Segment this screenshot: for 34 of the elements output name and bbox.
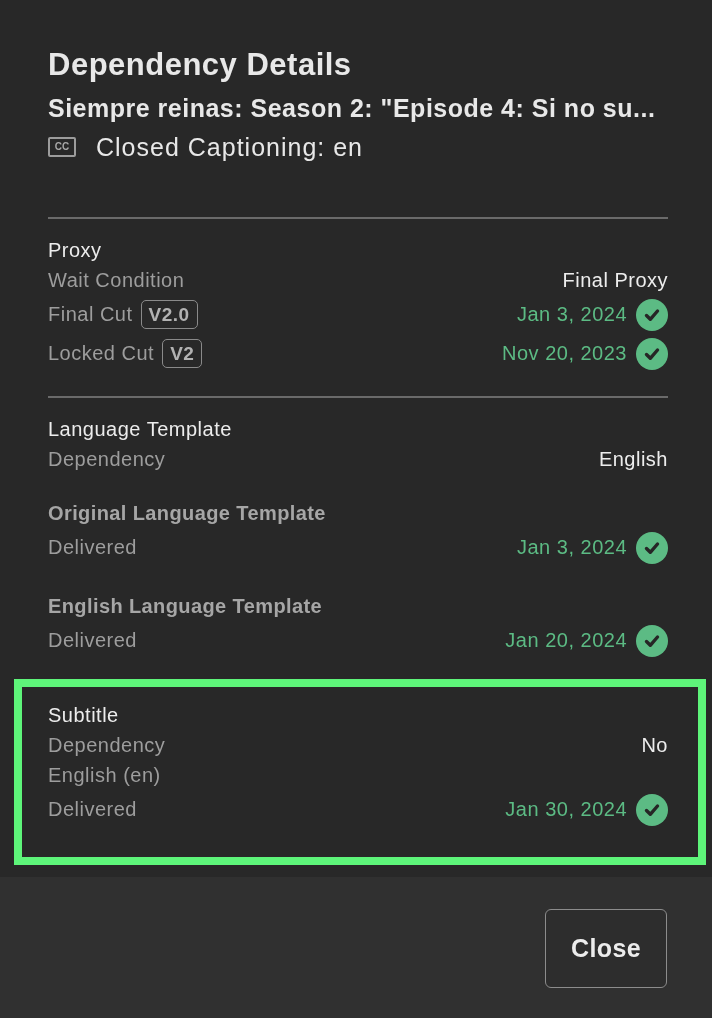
section-heading: Proxy [48,238,102,262]
check-circle-icon [636,531,668,564]
template-name: English Language Template [48,594,323,618]
section-heading: Language Template [48,417,232,441]
field-label: Wait Condition [48,268,185,292]
field-label: Locked Cut [48,342,155,365]
delivery-date: Jan 3, 2024 [516,303,627,326]
asset-label: Closed Captioning: en [96,132,363,162]
check-circle-icon [636,624,668,657]
version-tag: V2 [162,339,203,368]
episode-title: Siempre reinas: Season 2: "Episode 4: Si no su... [48,93,657,123]
field-label: Delivered [48,798,137,821]
check-circle-icon [636,298,668,331]
field-label: Final Cut [48,303,133,326]
caption-badge: CC [48,137,76,157]
field-label: Dependency [48,447,166,471]
section-heading: Subtitle [48,703,119,727]
field-label: Dependency [48,733,166,757]
dialog-title: Dependency Details [48,48,353,82]
version-tag: V2.0 [140,300,198,329]
delivery-date: Jan 20, 2024 [505,629,627,652]
field-label: Delivered [48,629,137,652]
close-button[interactable]: Close [545,909,667,988]
field-value: No [641,733,668,757]
check-circle-icon [636,793,668,826]
template-name: Original Language Template [48,501,326,525]
field-value: English [598,447,668,471]
field-label: Delivered [48,536,137,559]
delivery-date: Jan 30, 2024 [505,798,627,821]
delivery-date: Nov 20, 2023 [502,342,627,365]
field-label: English (en) [48,763,161,787]
check-circle-icon [636,337,668,370]
field-value: Final Proxy [562,268,668,292]
delivery-date: Jan 3, 2024 [516,536,627,559]
